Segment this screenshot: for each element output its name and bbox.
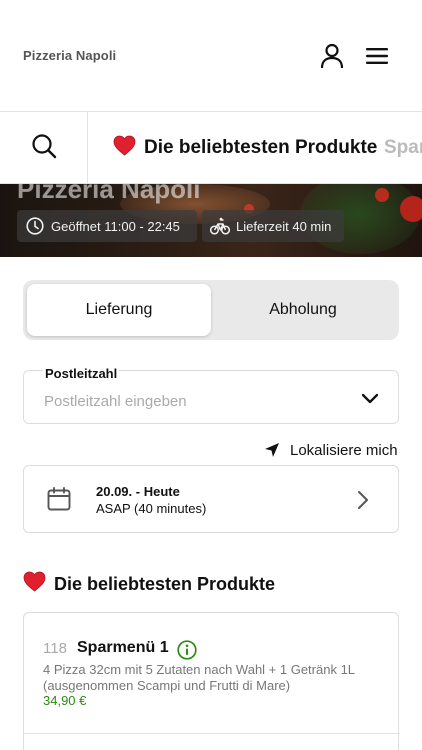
- delivery-time-text: Lieferzeit 40 min: [236, 218, 332, 234]
- chevron-right-icon: [356, 490, 370, 510]
- hamburger-menu-icon[interactable]: [363, 42, 391, 70]
- category-tab-popular[interactable]: Die beliebtesten Produkte: [113, 112, 378, 183]
- category-bar: Die beliebtesten Produkte Spar: [0, 112, 422, 184]
- brand-name[interactable]: Pizzeria Napoli: [23, 48, 116, 63]
- product-number: 118: [43, 640, 67, 657]
- app-header: Pizzeria Napoli: [0, 0, 422, 112]
- chevron-down-icon[interactable]: [360, 389, 380, 409]
- section-heading-text: Die beliebtesten Produkte: [54, 573, 276, 594]
- hero-image-decoration: [375, 188, 389, 202]
- product-price: 34,90 €: [43, 693, 87, 708]
- search-icon: [31, 133, 57, 164]
- postcode-label: Postleitzahl: [43, 366, 120, 381]
- hero-image-decoration: [400, 196, 422, 222]
- postcode-input[interactable]: [44, 391, 344, 411]
- order-mode-toggle: Lieferung Abholung: [23, 280, 399, 340]
- delivery-time-badge: Lieferzeit 40 min: [202, 210, 344, 242]
- schedule-date: 20.09. - Heute: [96, 484, 180, 499]
- product-card[interactable]: 118 Sparmenü 1 4 Pizza 32cm mit 5 Zutate…: [23, 612, 400, 750]
- product-name: Sparmenü 1: [77, 639, 169, 656]
- opening-hours-badge: Geöffnet 11:00 - 22:45: [17, 210, 197, 242]
- opening-hours-text: Geöffnet 11:00 - 22:45: [51, 218, 180, 234]
- category-tab-label: Spar: [384, 137, 422, 158]
- calendar-icon: [46, 486, 72, 512]
- heart-icon: [113, 135, 136, 162]
- hero-banner: Pizzeria Napoli Geöffnet 11:00 - 22:45 L…: [0, 184, 422, 257]
- product-description: 4 Pizza 32cm mit 5 Zutaten nach Wahl + 1…: [43, 662, 355, 693]
- schedule-time: ASAP (40 minutes): [96, 501, 207, 516]
- heart-icon: [23, 571, 46, 597]
- user-icon[interactable]: [318, 42, 346, 70]
- hero-title: Pizzeria Napoli: [17, 184, 201, 204]
- locate-me-label: Lokalisiere mich: [290, 441, 398, 459]
- category-tab-next[interactable]: Spar: [384, 112, 422, 183]
- clock-icon: [25, 216, 45, 236]
- search-button[interactable]: [0, 112, 88, 183]
- info-icon[interactable]: [177, 640, 197, 660]
- delivery-option-button[interactable]: Lieferung: [27, 284, 211, 336]
- schedule-card[interactable]: 20.09. - Heute ASAP (40 minutes): [23, 465, 399, 533]
- locate-me-button[interactable]: Lokalisiere mich: [264, 440, 398, 460]
- bike-icon: [210, 216, 230, 236]
- category-tab-label: Die beliebtesten Produkte: [144, 137, 378, 158]
- section-heading: Die beliebtesten Produkte: [23, 571, 275, 597]
- pickup-option-button[interactable]: Abholung: [211, 284, 395, 336]
- location-arrow-icon: [264, 442, 280, 458]
- divider: [24, 733, 400, 734]
